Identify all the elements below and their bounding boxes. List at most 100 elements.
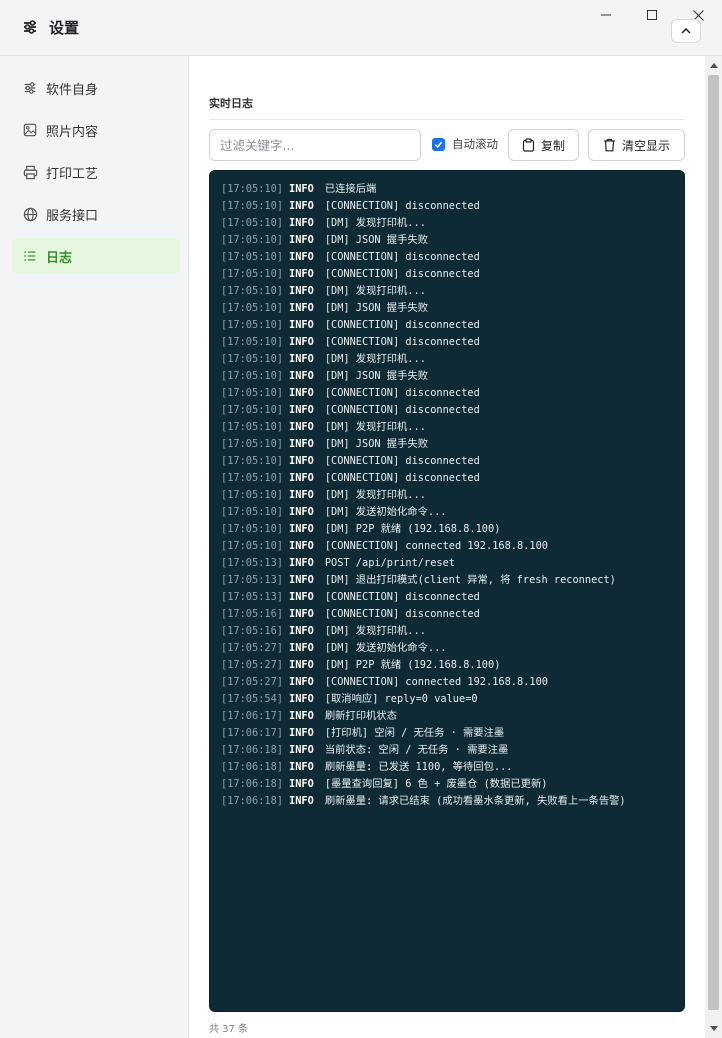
log-message: [墨量查询回复] 6 色 + 废墨仓 (数据已更新): [324, 778, 548, 790]
checkmark-icon: [434, 141, 443, 148]
log-level: INFO: [289, 370, 314, 382]
collapse-button[interactable]: [671, 19, 701, 43]
log-level: INFO: [289, 744, 314, 756]
log-level: INFO: [289, 642, 314, 654]
log-message: 已连接后端: [324, 183, 377, 195]
log-level: INFO: [289, 387, 314, 399]
copy-label: 复制: [540, 138, 565, 153]
log-timestamp: [17:06:17]: [221, 727, 283, 739]
log-line: [17:05:27] INFO [DM] P2P 就绪 (192.168.8.100…: [221, 657, 674, 674]
log-message: [CONNECTION] disconnected: [324, 608, 480, 620]
filter-input[interactable]: [209, 129, 421, 161]
clear-display-button[interactable]: 清空显示: [588, 129, 685, 161]
log-timestamp: [17:05:10]: [221, 200, 283, 212]
log-timestamp: [17:05:27]: [221, 659, 283, 671]
log-level: INFO: [289, 506, 314, 518]
log-message: [DM] 发现打印机...: [324, 625, 426, 637]
header-bar: 设置: [0, 0, 722, 56]
log-level: INFO: [289, 727, 314, 739]
log-timestamp: [17:05:10]: [221, 319, 283, 331]
image-icon: [22, 122, 38, 138]
log-timestamp: [17:06:18]: [221, 795, 283, 807]
clipboard-icon: [522, 138, 535, 152]
sidebar-item-log[interactable]: 日志: [12, 238, 180, 274]
log-line: [17:05:13] INFO [CONNECTION] disconnected: [221, 589, 674, 606]
log-timestamp: [17:05:13]: [221, 591, 283, 603]
log-timestamp: [17:05:10]: [221, 506, 283, 518]
log-timestamp: [17:05:16]: [221, 625, 283, 637]
log-line: [17:05:10] INFO [DM] 发送初始化命令...: [221, 504, 674, 521]
sidebar-item-software[interactable]: 软件自身: [12, 70, 180, 106]
log-line: [17:06:17] INFO 刷新打印机状态: [221, 708, 674, 725]
log-level: INFO: [289, 676, 314, 688]
sidebar-item-service[interactable]: 服务接口: [12, 196, 180, 232]
chevron-up-icon: [681, 28, 691, 34]
minimize-button[interactable]: [583, 0, 629, 30]
log-level: INFO: [289, 404, 314, 416]
log-line: [17:05:10] INFO [CONNECTION] disconnected: [221, 470, 674, 487]
log-level: INFO: [289, 183, 314, 195]
log-level: INFO: [289, 336, 314, 348]
log-panel[interactable]: [17:05:10] INFO 已连接后端 [17:05:10] INFO [CONNEC…: [209, 170, 685, 1012]
list-icon: [22, 248, 38, 264]
log-message: [取消响应] reply=0 value=0: [324, 693, 478, 705]
log-timestamp: [17:06:18]: [221, 761, 283, 773]
log-message: [CONNECTION] disconnected: [324, 472, 480, 484]
log-line: [17:05:10] INFO [CONNECTION] disconnected: [221, 334, 674, 351]
log-message: [DM] JSON 握手失败: [324, 234, 428, 246]
settings-sliders-icon: [24, 20, 36, 34]
log-level: INFO: [289, 557, 314, 569]
log-level: INFO: [289, 438, 314, 450]
log-level: INFO: [289, 285, 314, 297]
log-message: [CONNECTION] connected 192.168.8.100: [324, 540, 548, 552]
log-line: [17:05:10] INFO [DM] JSON 握手失败: [221, 300, 674, 317]
log-level: INFO: [289, 761, 314, 773]
log-timestamp: [17:05:10]: [221, 251, 283, 263]
scroll-thumb[interactable]: [708, 75, 719, 1010]
log-timestamp: [17:05:10]: [221, 455, 283, 467]
log-level: INFO: [289, 455, 314, 467]
log-line: [17:05:10] INFO [DM] JSON 握手失败: [221, 368, 674, 385]
log-timestamp: [17:05:10]: [221, 421, 283, 433]
log-message: [DM] 发现打印机...: [324, 353, 426, 365]
log-message: POST /api/print/reset: [324, 557, 455, 569]
autoscroll-toggle[interactable]: 自动滚动: [432, 136, 498, 152]
log-timestamp: [17:05:10]: [221, 285, 283, 297]
log-line: [17:05:10] INFO [DM] 发现打印机...: [221, 351, 674, 368]
scroll-down-arrow-icon[interactable]: [709, 1024, 718, 1033]
copy-button[interactable]: 复制: [508, 129, 579, 161]
log-line: [17:05:16] INFO [CONNECTION] disconnected: [221, 606, 674, 623]
scrollbar[interactable]: [705, 56, 722, 1038]
scroll-up-arrow-icon[interactable]: [709, 61, 718, 70]
page-title: 设置: [49, 19, 80, 37]
log-level: INFO: [289, 710, 314, 722]
log-line: [17:06:18] INFO [墨量查询回复] 6 色 + 废墨仓 (数据已更新): [221, 776, 674, 793]
log-message: [CONNECTION] disconnected: [324, 200, 480, 212]
log-line: [17:05:10] INFO [CONNECTION] disconnected: [221, 402, 674, 419]
maximize-button[interactable]: [629, 0, 675, 30]
log-line: [17:05:10] INFO [CONNECTION] disconnected: [221, 198, 674, 215]
log-line: [17:05:27] INFO [CONNECTION] connected 192…: [221, 674, 674, 691]
log-timestamp: [17:05:10]: [221, 370, 283, 382]
log-timestamp: [17:05:10]: [221, 217, 283, 229]
divider: [209, 119, 685, 120]
log-message: [DM] JSON 握手失败: [324, 370, 428, 382]
sidebar-item-print[interactable]: 打印工艺: [12, 154, 180, 190]
log-level: INFO: [289, 574, 314, 586]
clear-display-label: 清空显示: [621, 138, 670, 153]
log-count: 共 37 条: [209, 1024, 249, 1035]
log-line: [17:05:10] INFO [CONNECTION] disconnected: [221, 385, 674, 402]
log-line: [17:05:10] INFO [DM] JSON 握手失败: [221, 232, 674, 249]
log-message: [DM] JSON 握手失败: [324, 302, 428, 314]
log-line: [17:06:18] INFO 刷新墨量: 请求已结束 (成功看墨水条更新, 失败看…: [221, 793, 674, 810]
log-timestamp: [17:05:10]: [221, 489, 283, 501]
log-level: INFO: [289, 217, 314, 229]
autoscroll-checkbox[interactable]: [432, 137, 445, 151]
sidebar-item-photo[interactable]: 照片内容: [12, 112, 180, 148]
globe-icon: [22, 206, 38, 222]
log-message: [DM] 发送初始化命令...: [324, 642, 447, 654]
sidebar-item-label: 服务接口: [46, 208, 99, 224]
log-line: [17:05:10] INFO [DM] 发现打印机...: [221, 419, 674, 436]
log-line: [17:05:10] INFO [CONNECTION] connected 192…: [221, 538, 674, 555]
log-line: [17:05:27] INFO [DM] 发送初始化命令...: [221, 640, 674, 657]
